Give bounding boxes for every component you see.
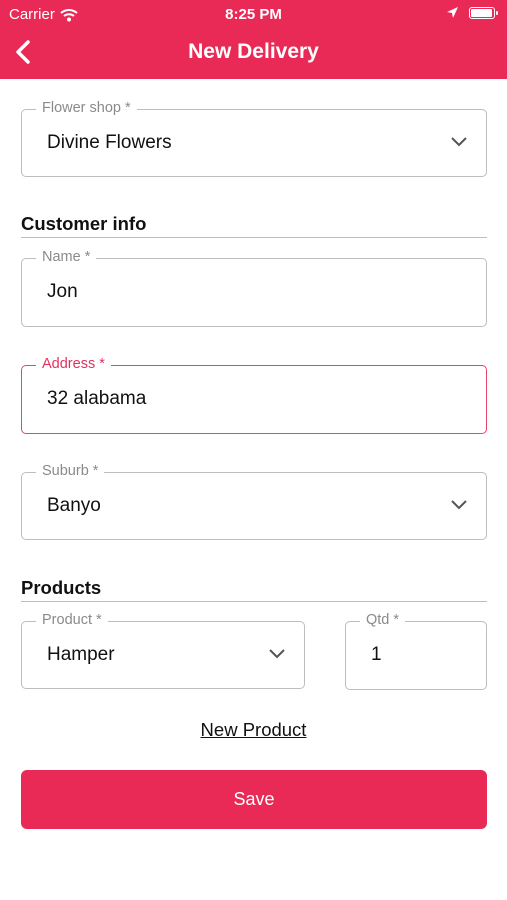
name-field[interactable]: Name * Jon — [21, 249, 487, 327]
customer-info-heading: Customer info — [21, 213, 487, 238]
flower-shop-label: Flower shop * — [36, 100, 137, 116]
status-right — [446, 6, 498, 19]
suburb-value: Banyo — [47, 495, 101, 516]
product-select[interactable]: Product * Hamper — [21, 612, 305, 689]
product-value: Hamper — [47, 644, 115, 665]
flower-shop-select[interactable]: Flower shop * Divine Flowers — [21, 100, 487, 177]
name-value: Jon — [47, 281, 78, 302]
status-time: 8:25 PM — [225, 6, 282, 23]
address-label: Address * — [36, 356, 111, 372]
new-product-link[interactable]: New Product — [0, 719, 507, 741]
suburb-select[interactable]: Suburb * Banyo — [21, 463, 487, 540]
quantity-field[interactable]: Qtd * 1 — [345, 612, 487, 690]
address-field[interactable]: Address * 32 alabama — [21, 356, 487, 434]
status-bar: Carrier 8:25 PM — [0, 4, 507, 24]
battery-icon — [469, 6, 498, 19]
page-title: New Delivery — [188, 40, 319, 63]
app-header: Carrier 8:25 PM New Delivery — [0, 0, 507, 79]
product-label: Product * — [36, 612, 108, 628]
location-arrow-icon — [447, 7, 458, 18]
save-button[interactable]: Save — [21, 770, 487, 829]
products-heading: Products — [21, 577, 487, 602]
name-label: Name * — [36, 249, 97, 265]
chevron-down-icon — [451, 137, 467, 147]
quantity-label: Qtd * — [360, 612, 406, 628]
address-value: 32 alabama — [47, 388, 147, 409]
battery-fill — [471, 8, 492, 17]
quantity-value: 1 — [371, 644, 382, 665]
chevron-down-icon — [451, 500, 467, 510]
chevron-down-icon — [269, 649, 285, 659]
suburb-label: Suburb * — [36, 463, 105, 479]
flower-shop-value: Divine Flowers — [47, 132, 172, 153]
